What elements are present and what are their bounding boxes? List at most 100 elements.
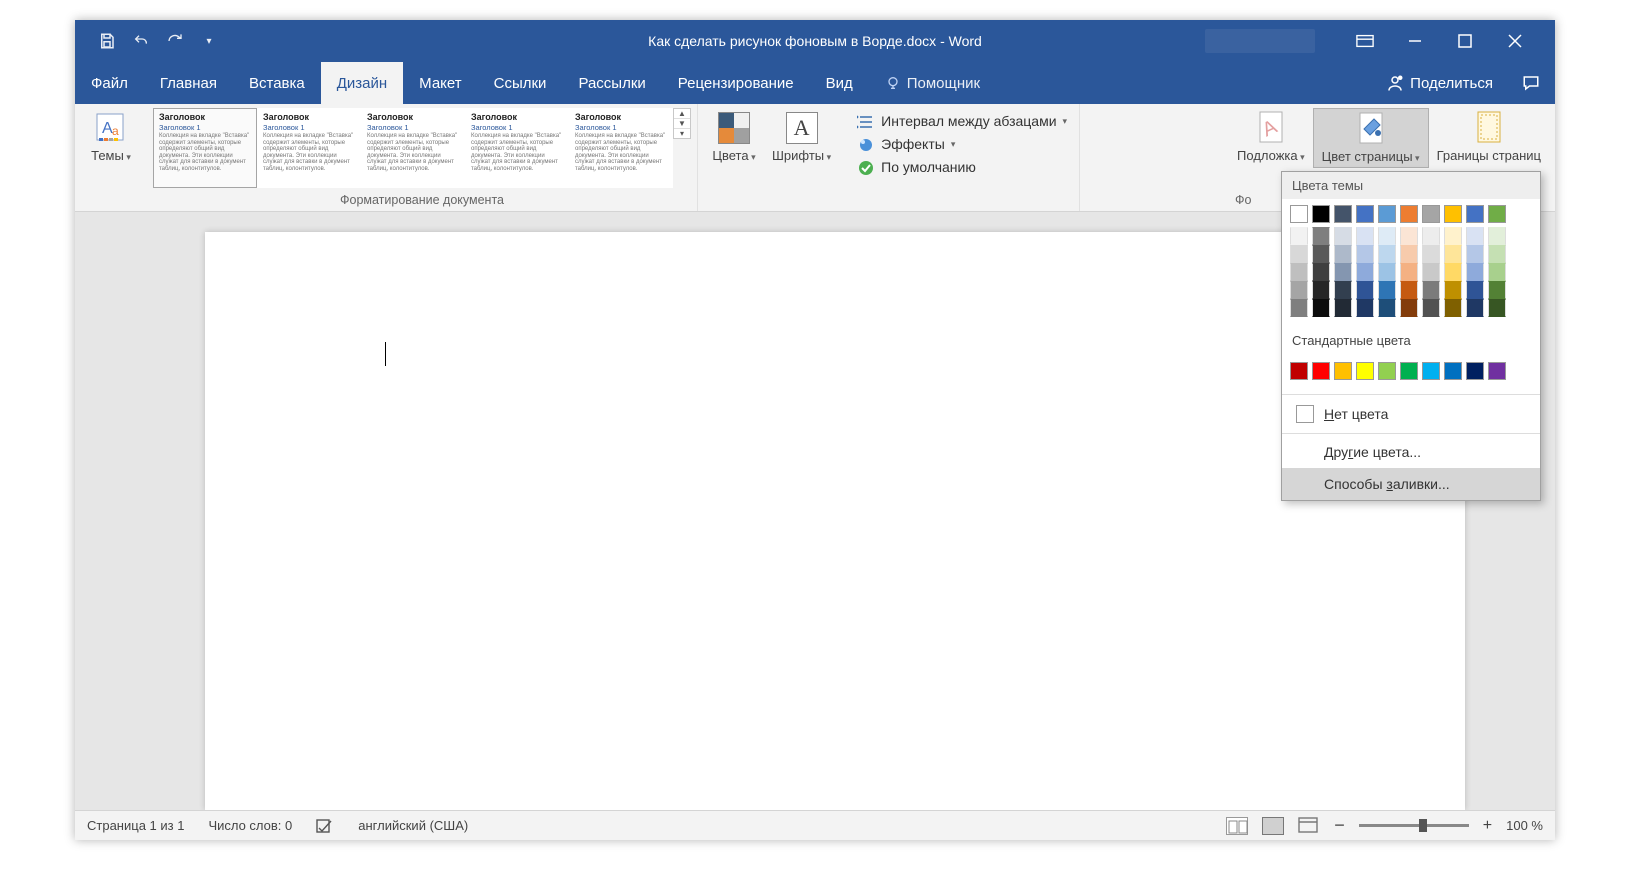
tab-file[interactable]: Файл	[75, 62, 144, 104]
minimize-icon[interactable]	[1405, 31, 1425, 51]
zoom-in-icon[interactable]: +	[1483, 817, 1492, 835]
zoom-slider-thumb[interactable]	[1419, 819, 1427, 832]
color-swatch[interactable]	[1466, 362, 1484, 380]
status-page[interactable]: Страница 1 из 1	[87, 818, 184, 833]
colors-button[interactable]: Цвета	[704, 108, 764, 166]
color-swatch[interactable]	[1400, 299, 1418, 317]
color-swatch[interactable]	[1378, 245, 1396, 263]
status-language[interactable]: английский (США)	[358, 818, 468, 833]
view-print-layout-icon[interactable]	[1262, 817, 1284, 835]
undo-icon[interactable]	[131, 31, 151, 51]
color-swatch[interactable]	[1400, 227, 1418, 245]
color-swatch[interactable]	[1334, 299, 1352, 317]
account-area[interactable]	[1205, 29, 1315, 53]
color-swatch[interactable]	[1290, 205, 1308, 223]
color-swatch[interactable]	[1400, 245, 1418, 263]
style-set-item[interactable]: ЗаголовокЗаголовок 1Коллекция на вкладке…	[569, 108, 673, 188]
gallery-expand-icon[interactable]: ▾	[674, 129, 690, 138]
color-swatch[interactable]	[1488, 299, 1506, 317]
close-icon[interactable]	[1505, 31, 1525, 51]
color-swatch[interactable]	[1488, 362, 1506, 380]
style-set-item[interactable]: ЗаголовокЗаголовок 1Коллекция на вкладке…	[257, 108, 361, 188]
color-swatch[interactable]	[1334, 263, 1352, 281]
color-swatch[interactable]	[1378, 205, 1396, 223]
color-swatch[interactable]	[1378, 299, 1396, 317]
color-swatch[interactable]	[1290, 362, 1308, 380]
color-swatch[interactable]	[1422, 205, 1440, 223]
more-colors-item[interactable]: Друггие цвета...ие цвета...	[1282, 436, 1540, 468]
tab-mailings[interactable]: Рассылки	[562, 62, 661, 104]
color-swatch[interactable]	[1466, 281, 1484, 299]
color-swatch[interactable]	[1444, 299, 1462, 317]
style-set-item[interactable]: ЗаголовокЗаголовок 1Коллекция на вкладке…	[153, 108, 257, 188]
color-swatch[interactable]	[1488, 227, 1506, 245]
color-swatch[interactable]	[1466, 227, 1484, 245]
gallery-scroll-down-icon[interactable]: ▼	[674, 119, 690, 129]
color-swatch[interactable]	[1356, 227, 1374, 245]
color-swatch[interactable]	[1444, 263, 1462, 281]
color-swatch[interactable]	[1444, 245, 1462, 263]
color-swatch[interactable]	[1290, 227, 1308, 245]
color-swatch[interactable]	[1400, 205, 1418, 223]
color-swatch[interactable]	[1422, 362, 1440, 380]
tab-insert[interactable]: Вставка	[233, 62, 321, 104]
style-set-item[interactable]: ЗаголовокЗаголовок 1Коллекция на вкладке…	[465, 108, 569, 188]
color-swatch[interactable]	[1488, 281, 1506, 299]
color-swatch[interactable]	[1466, 299, 1484, 317]
document-page[interactable]	[205, 232, 1465, 810]
tab-layout[interactable]: Макет	[403, 62, 477, 104]
color-swatch[interactable]	[1356, 205, 1374, 223]
watermark-button[interactable]: A Подложка	[1229, 108, 1313, 166]
color-swatch[interactable]	[1444, 205, 1462, 223]
zoom-slider[interactable]	[1359, 824, 1469, 827]
fonts-button[interactable]: A Шрифты	[764, 108, 839, 166]
color-swatch[interactable]	[1290, 299, 1308, 317]
color-swatch[interactable]	[1290, 245, 1308, 263]
color-swatch[interactable]	[1488, 263, 1506, 281]
color-swatch[interactable]	[1334, 245, 1352, 263]
zoom-out-icon[interactable]: −	[1334, 815, 1345, 836]
color-swatch[interactable]	[1488, 205, 1506, 223]
color-swatch[interactable]	[1400, 281, 1418, 299]
color-swatch[interactable]	[1466, 205, 1484, 223]
color-swatch[interactable]	[1290, 263, 1308, 281]
color-swatch[interactable]	[1422, 245, 1440, 263]
share-button[interactable]: Поделиться	[1372, 62, 1507, 104]
color-swatch[interactable]	[1312, 299, 1330, 317]
color-swatch[interactable]	[1466, 245, 1484, 263]
color-swatch[interactable]	[1378, 227, 1396, 245]
color-swatch[interactable]	[1312, 281, 1330, 299]
color-swatch[interactable]	[1422, 263, 1440, 281]
color-swatch[interactable]	[1356, 299, 1374, 317]
color-swatch[interactable]	[1356, 362, 1374, 380]
color-swatch[interactable]	[1444, 362, 1462, 380]
tab-home[interactable]: Главная	[144, 62, 233, 104]
ribbon-display-options-icon[interactable]	[1355, 31, 1375, 51]
color-swatch[interactable]	[1312, 205, 1330, 223]
view-web-layout-icon[interactable]	[1298, 817, 1320, 835]
page-color-button[interactable]: Цвет страницы	[1313, 108, 1429, 168]
color-swatch[interactable]	[1290, 281, 1308, 299]
color-swatch[interactable]	[1378, 281, 1396, 299]
fill-effects-item[interactable]: Способы заливки...	[1282, 468, 1540, 500]
color-swatch[interactable]	[1356, 281, 1374, 299]
color-swatch[interactable]	[1356, 245, 1374, 263]
proofing-icon[interactable]	[316, 818, 334, 834]
color-swatch[interactable]	[1334, 205, 1352, 223]
view-read-mode-icon[interactable]	[1226, 817, 1248, 835]
color-swatch[interactable]	[1400, 263, 1418, 281]
maximize-icon[interactable]	[1455, 31, 1475, 51]
color-swatch[interactable]	[1400, 362, 1418, 380]
color-swatch[interactable]	[1422, 227, 1440, 245]
status-word-count[interactable]: Число слов: 0	[208, 818, 292, 833]
no-color-item[interactable]: Нет цвета	[1282, 397, 1540, 431]
color-swatch[interactable]	[1466, 263, 1484, 281]
color-swatch[interactable]	[1444, 281, 1462, 299]
tab-design[interactable]: Дизайн	[321, 62, 403, 104]
color-swatch[interactable]	[1312, 362, 1330, 380]
document-formatting-gallery[interactable]: ЗаголовокЗаголовок 1Коллекция на вкладке…	[153, 108, 673, 190]
color-swatch[interactable]	[1378, 263, 1396, 281]
qat-customize-icon[interactable]: ▾	[199, 31, 219, 51]
tab-review[interactable]: Рецензирование	[662, 62, 810, 104]
color-swatch[interactable]	[1312, 245, 1330, 263]
